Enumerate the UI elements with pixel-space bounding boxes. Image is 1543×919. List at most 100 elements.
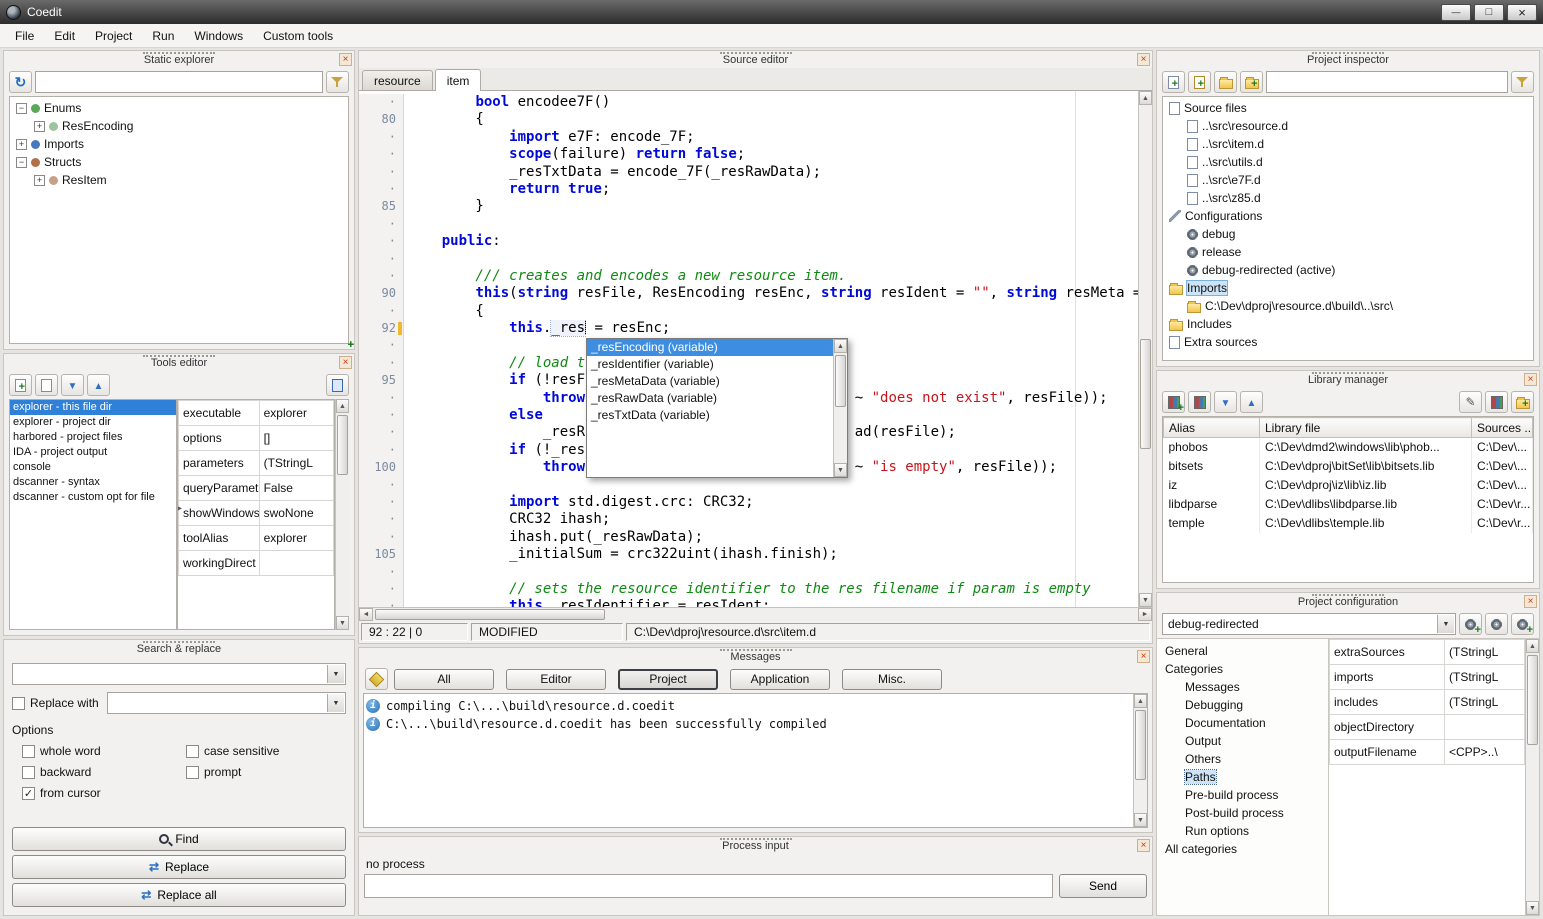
close-panel-icon[interactable] [1524, 595, 1537, 608]
list-item[interactable]: harbored - project files [10, 430, 176, 445]
scroll-up-icon[interactable] [834, 339, 847, 353]
close-button[interactable] [1507, 4, 1537, 21]
add-source-button[interactable] [1162, 71, 1185, 93]
code-line[interactable]: · public: [359, 233, 1138, 250]
completion-item[interactable]: _resRawData (variable) [587, 390, 833, 407]
property-row[interactable]: showWindowsswoNone [179, 501, 334, 526]
code-line[interactable]: · return true; [359, 181, 1138, 198]
code-line[interactable]: · [359, 477, 1138, 494]
scroll-right-icon[interactable] [1138, 608, 1152, 621]
code-line[interactable]: · bool encodee7F() [359, 94, 1138, 111]
add-library-button[interactable] [1162, 391, 1185, 413]
library-from-folder-button[interactable] [1511, 391, 1534, 413]
option-checkbox-prompt[interactable]: prompt [186, 765, 346, 779]
tree-item[interactable]: ..\src\utils.d [1163, 153, 1533, 171]
expander-minus-icon[interactable] [16, 103, 27, 114]
table-row[interactable]: bitsetsC:\Dev\dproj\bitSet\lib\bitsets.l… [1164, 457, 1533, 476]
option-checkbox-backward[interactable]: backward [22, 765, 182, 779]
code-line[interactable]: 92 this._res = resEnc; [359, 320, 1138, 337]
property-row[interactable]: options[] [179, 426, 334, 451]
close-panel-icon[interactable] [1524, 373, 1537, 386]
property-value[interactable] [1445, 715, 1525, 740]
scroll-thumb[interactable] [375, 609, 605, 620]
replace-button[interactable]: Replace [12, 855, 346, 879]
dropdown-arrow-icon[interactable] [327, 665, 344, 683]
category-item-categories[interactable]: Categories [1157, 660, 1328, 678]
property-value[interactable]: swoNone [259, 501, 333, 526]
clear-messages-button[interactable] [365, 668, 388, 690]
property-row[interactable]: imports(TStringL [1330, 665, 1525, 690]
property-row[interactable]: executableexplorer [179, 401, 334, 426]
property-value[interactable]: (TStringL [259, 451, 333, 476]
column-header[interactable]: Sources ... [1472, 418, 1533, 438]
tree-item[interactable]: Extra sources [1163, 333, 1533, 351]
code-line[interactable]: · this._resIdentifier = resIdent; [359, 598, 1138, 607]
close-panel-icon[interactable] [1137, 839, 1150, 852]
code-line[interactable]: · { [359, 303, 1138, 320]
property-value[interactable]: (TStringL [1445, 690, 1525, 715]
symbol-search-input[interactable] [35, 71, 323, 93]
category-item-paths[interactable]: Paths [1157, 768, 1328, 786]
code-line[interactable]: · /// creates and encodes a new resource… [359, 268, 1138, 285]
scroll-down-icon[interactable] [1139, 593, 1152, 607]
scroll-down-icon[interactable] [834, 463, 847, 477]
expander-plus-icon[interactable] [34, 121, 45, 132]
find-button[interactable]: Find [12, 827, 346, 851]
property-row[interactable]: extraSources(TStringL [1330, 640, 1525, 665]
category-item-messages[interactable]: Messages [1157, 678, 1328, 696]
scroll-up-icon[interactable] [336, 399, 349, 413]
add-folder-button[interactable] [1240, 71, 1263, 93]
property-value[interactable] [259, 551, 333, 576]
move-library-up-button[interactable] [1240, 391, 1263, 413]
tree-item[interactable]: Includes [1163, 315, 1533, 333]
menu-item-file[interactable]: File [6, 26, 43, 46]
menu-item-windows[interactable]: Windows [185, 26, 252, 46]
editor-tab-item[interactable]: item [435, 69, 482, 91]
editor-horizontal-scrollbar[interactable] [359, 607, 1152, 621]
edit-library-button[interactable] [1459, 391, 1482, 413]
refresh-button[interactable] [9, 71, 32, 93]
filter-button-misc[interactable]: Misc. [842, 669, 942, 690]
move-library-down-button[interactable] [1214, 391, 1237, 413]
tree-item[interactable]: debug-redirected (active) [1163, 261, 1533, 279]
list-item[interactable]: explorer - project dir [10, 415, 176, 430]
property-value[interactable]: (TStringL [1445, 665, 1525, 690]
scroll-down-icon[interactable] [1134, 813, 1147, 827]
message-row[interactable]: compiling C:\...\build\resource.d.coedit [366, 697, 1131, 715]
message-row[interactable]: C:\...\build\resource.d.coedit has been … [366, 715, 1131, 733]
close-panel-icon[interactable] [339, 356, 352, 369]
category-item-documentation[interactable]: Documentation [1157, 714, 1328, 732]
scroll-down-icon[interactable] [336, 616, 349, 630]
remove-configuration-button[interactable] [1485, 613, 1508, 635]
close-panel-icon[interactable] [1137, 650, 1150, 663]
column-header[interactable]: Library file [1260, 418, 1472, 438]
code-line[interactable]: · [359, 216, 1138, 233]
process-input-field[interactable] [364, 874, 1053, 898]
tree-item[interactable]: Imports [1163, 279, 1533, 297]
completion-item[interactable]: _resIdentifier (variable) [587, 356, 833, 373]
tree-item[interactable]: ..\src\item.d [1163, 135, 1533, 153]
expander-minus-icon[interactable] [16, 157, 27, 168]
menu-item-run[interactable]: Run [143, 26, 183, 46]
property-row[interactable]: toolAliasexplorer [179, 526, 334, 551]
dropdown-arrow-icon[interactable] [1437, 615, 1454, 633]
code-line[interactable]: · [359, 251, 1138, 268]
option-checkbox-case-sensitive[interactable]: case sensitive [186, 744, 346, 758]
replace-with-combobox[interactable] [107, 692, 346, 714]
menu-item-project[interactable]: Project [86, 26, 141, 46]
clone-configuration-button[interactable] [1511, 613, 1534, 635]
property-value[interactable]: explorer [259, 401, 333, 426]
open-folder-button[interactable] [1214, 71, 1237, 93]
scroll-thumb[interactable] [1135, 710, 1146, 780]
configuration-combobox[interactable]: debug-redirected [1162, 613, 1456, 635]
configuration-scrollbar[interactable] [1525, 639, 1539, 915]
completion-item[interactable]: _resTxtData (variable) [587, 407, 833, 424]
table-row[interactable]: templeC:\Dev\dlibs\temple.libC:\Dev\r... [1164, 514, 1533, 533]
messages-scrollbar[interactable] [1133, 694, 1147, 827]
list-item[interactable]: IDA - project output [10, 445, 176, 460]
scroll-up-icon[interactable] [1526, 639, 1539, 653]
scroll-up-icon[interactable] [1134, 694, 1147, 708]
register-library-button[interactable] [1485, 391, 1508, 413]
property-row[interactable]: parameters(TStringL [179, 451, 334, 476]
minimize-button[interactable] [1441, 4, 1471, 21]
